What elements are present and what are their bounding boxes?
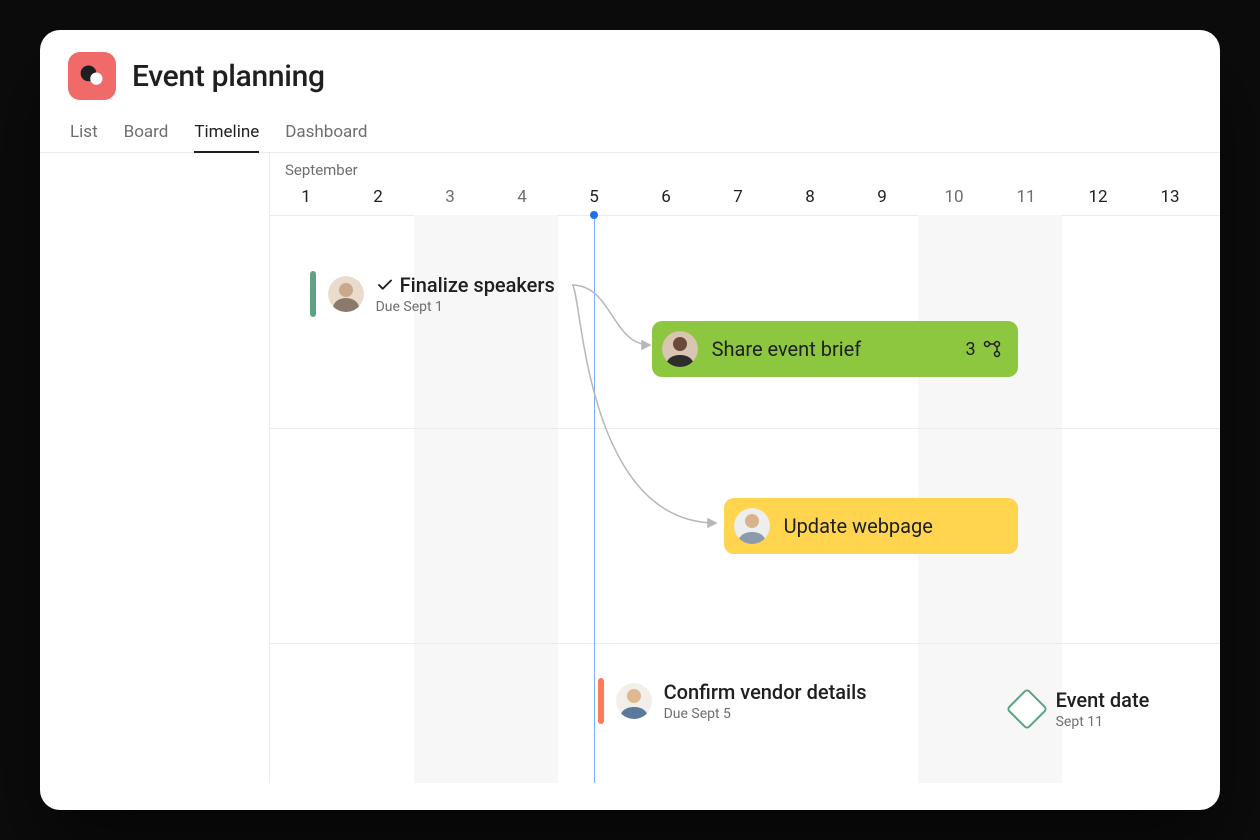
milestone-date: Sept 11 [1056, 714, 1150, 730]
day-3[interactable]: 3 [414, 187, 486, 207]
today-line [594, 215, 595, 783]
subtasks-icon [982, 339, 1002, 359]
project-header: Event planning List Board Timeline Dashb… [40, 30, 1220, 152]
day-9[interactable]: 9 [846, 187, 918, 207]
task-accent-bar [310, 271, 316, 317]
tab-timeline[interactable]: Timeline [194, 122, 259, 152]
month-label: September [285, 161, 358, 179]
chat-bubbles-icon [78, 62, 106, 90]
assignee-avatar[interactable] [734, 508, 770, 544]
task-name: Finalize speakers [376, 273, 555, 297]
project-title: Event planning [132, 59, 325, 94]
milestone-text: Event date Sept 11 [1056, 688, 1150, 730]
milestone-name: Event date [1056, 688, 1150, 712]
day-row: 1 2 3 4 5 6 7 8 9 10 11 12 13 [270, 187, 1220, 207]
milestone-event-date[interactable]: Event date Sept 11 [1012, 688, 1150, 730]
milestone-icon [1005, 688, 1047, 730]
tab-board[interactable]: Board [124, 122, 169, 152]
day-8[interactable]: 8 [774, 187, 846, 207]
tab-dashboard[interactable]: Dashboard [285, 122, 367, 152]
task-finalize-speakers[interactable]: Finalize speakers Due Sept 1 [310, 271, 555, 317]
task-text: Confirm vendor details Due Sept 5 [664, 680, 867, 722]
day-6[interactable]: 6 [630, 187, 702, 207]
day-13[interactable]: 13 [1134, 187, 1206, 207]
day-5[interactable]: 5 [558, 187, 630, 207]
title-row: Event planning [68, 52, 1192, 100]
day-7[interactable]: 7 [702, 187, 774, 207]
task-due: Due Sept 5 [664, 706, 867, 722]
day-4[interactable]: 4 [486, 187, 558, 207]
assignee-avatar[interactable] [616, 683, 652, 719]
project-icon [68, 52, 116, 100]
task-name: Share event brief [712, 337, 952, 361]
day-11[interactable]: 11 [990, 187, 1062, 207]
day-10[interactable]: 10 [918, 187, 990, 207]
today-dot [590, 211, 598, 219]
check-icon [376, 276, 394, 294]
assignee-avatar[interactable] [328, 276, 364, 312]
task-due: Due Sept 1 [376, 299, 555, 315]
task-update-webpage[interactable]: Update webpage [724, 498, 1018, 554]
day-2[interactable]: 2 [342, 187, 414, 207]
day-12[interactable]: 12 [1062, 187, 1134, 207]
task-name: Confirm vendor details [664, 680, 867, 704]
task-text: Finalize speakers Due Sept 1 [376, 273, 555, 315]
task-name: Update webpage [784, 514, 933, 538]
sections-column [40, 153, 270, 783]
project-window: Event planning List Board Timeline Dashb… [40, 30, 1220, 810]
tab-list[interactable]: List [70, 122, 98, 152]
task-accent-bar [598, 678, 604, 724]
timeline-view: September 1 2 3 4 5 6 7 8 9 10 11 12 13 [40, 153, 1220, 783]
day-1[interactable]: 1 [270, 187, 342, 207]
task-confirm-vendor-details[interactable]: Confirm vendor details Due Sept 5 [598, 678, 867, 724]
assignee-avatar[interactable] [662, 331, 698, 367]
task-share-event-brief[interactable]: Share event brief 3 [652, 321, 1018, 377]
view-tabs: List Board Timeline Dashboard [68, 122, 1192, 152]
subtask-count: 3 [965, 339, 1001, 360]
